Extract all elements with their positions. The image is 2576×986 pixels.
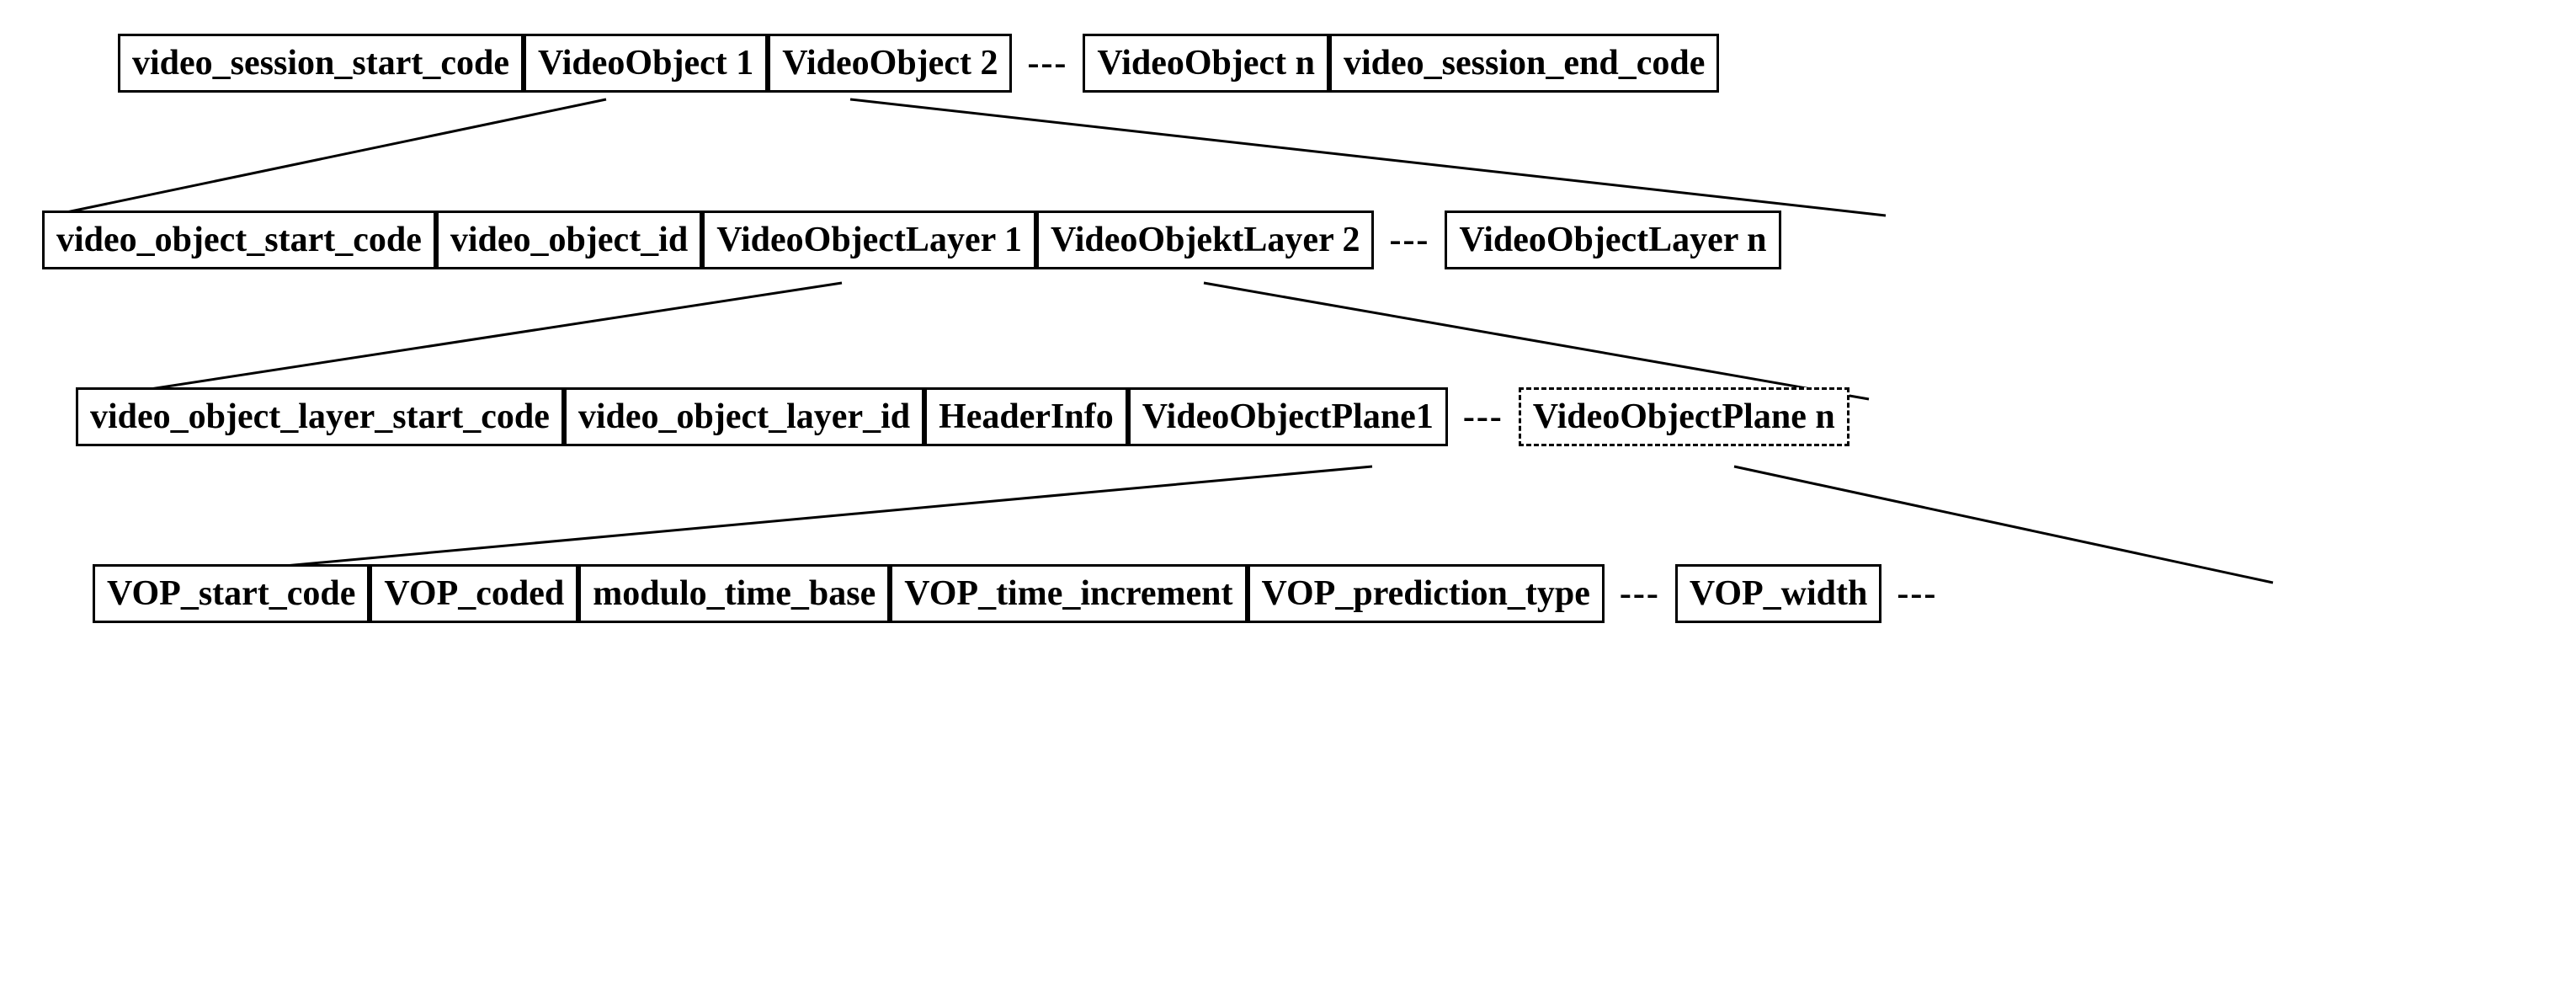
field-video-objekt-layer-2: VideoObjektLayer 2 xyxy=(1036,211,1374,269)
field-vop-time-increment: VOP_time_increment xyxy=(890,564,1247,623)
field-vop-start-code: VOP_start_code xyxy=(93,564,370,623)
field-video-object-layer-1: VideoObjectLayer 1 xyxy=(702,211,1036,269)
bitstream-hierarchy-diagram: video_session_start_code VideoObject 1 V… xyxy=(17,34,2559,623)
ellipsis: --- xyxy=(1012,43,1083,83)
ellipsis: --- xyxy=(1448,397,1519,437)
field-modulo-time-base: modulo_time_base xyxy=(578,564,890,623)
ellipsis: --- xyxy=(1605,573,1675,614)
field-video-object-layer-n: VideoObjectLayer n xyxy=(1445,211,1780,269)
level-4-vop: VOP_start_code VOP_coded modulo_time_bas… xyxy=(93,564,2559,623)
field-video-object-2: VideoObject 2 xyxy=(768,34,1012,93)
field-video-session-end-code: video_session_end_code xyxy=(1329,34,1719,93)
level-1-session: video_session_start_code VideoObject 1 V… xyxy=(118,34,2559,93)
field-video-object-layer-start-code: video_object_layer_start_code xyxy=(76,387,564,446)
ellipsis: --- xyxy=(1881,573,1952,614)
level-3-video-object-layer: video_object_layer_start_code video_obje… xyxy=(76,387,2559,446)
field-video-session-start-code: video_session_start_code xyxy=(118,34,524,93)
field-video-object-1: VideoObject 1 xyxy=(524,34,768,93)
level-2-video-object: video_object_start_code video_object_id … xyxy=(42,211,2559,269)
field-video-object-id: video_object_id xyxy=(436,211,702,269)
field-header-info: HeaderInfo xyxy=(924,387,1128,446)
field-vop-prediction-type: VOP_prediction_type xyxy=(1248,564,1605,623)
field-video-object-start-code: video_object_start_code xyxy=(42,211,436,269)
field-video-object-n: VideoObject n xyxy=(1083,34,1329,93)
field-vop-coded: VOP_coded xyxy=(370,564,578,623)
field-video-object-plane-n: VideoObjectPlane n xyxy=(1519,387,1850,446)
field-video-object-plane-1: VideoObjectPlane1 xyxy=(1128,387,1448,446)
field-vop-width: VOP_width xyxy=(1675,564,1882,623)
ellipsis: --- xyxy=(1374,220,1445,260)
field-video-object-layer-id: video_object_layer_id xyxy=(564,387,924,446)
